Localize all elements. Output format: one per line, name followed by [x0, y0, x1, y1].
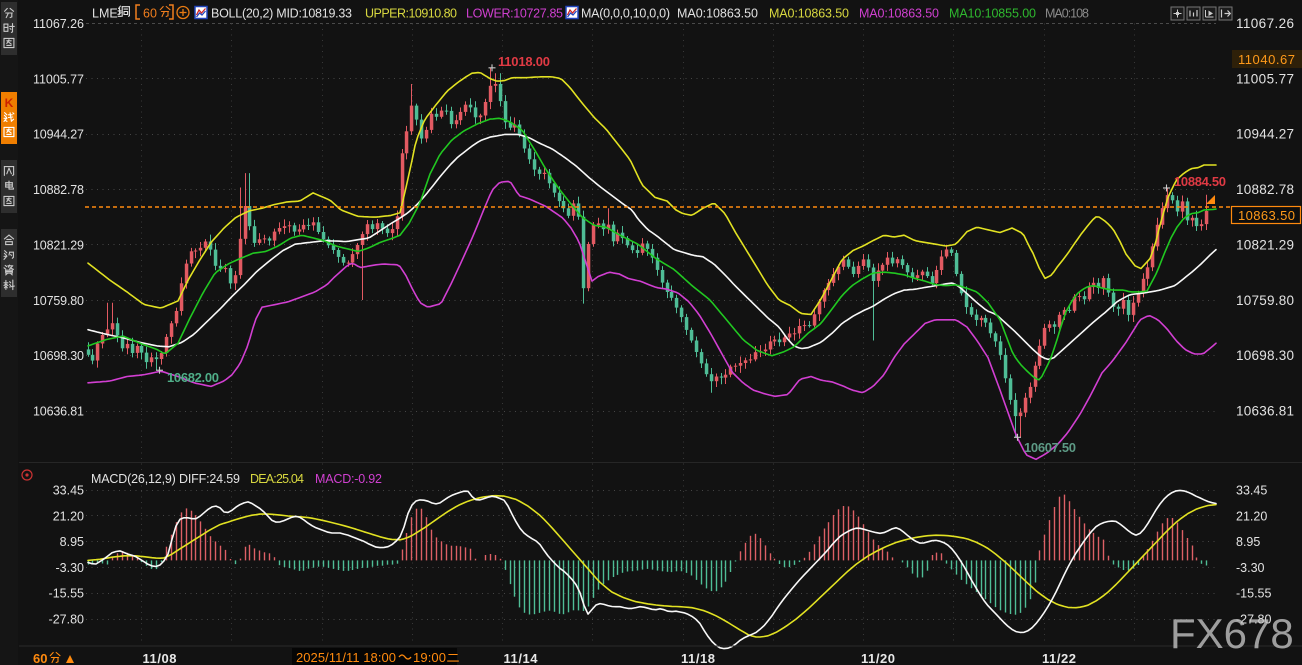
svg-text:LME: LME	[92, 7, 118, 21]
svg-text:60: 60	[33, 651, 47, 665]
svg-text:K: K	[5, 96, 14, 110]
svg-text:11040.67: 11040.67	[1238, 52, 1295, 67]
svg-text:10636.81: 10636.81	[1236, 404, 1294, 419]
svg-text:10682.00: 10682.00	[167, 370, 219, 385]
svg-text:10882.78: 10882.78	[33, 183, 84, 197]
svg-text:11/22: 11/22	[1042, 651, 1076, 665]
svg-text:10821.29: 10821.29	[1236, 237, 1294, 252]
svg-text:-3.30: -3.30	[1236, 561, 1265, 575]
svg-text:FX678: FX678	[1170, 610, 1294, 657]
svg-text:11/20: 11/20	[861, 651, 895, 665]
svg-text:-15.55: -15.55	[49, 587, 84, 601]
svg-text:-3.30: -3.30	[56, 561, 85, 575]
svg-text:DEA:25.04: DEA:25.04	[250, 472, 304, 486]
svg-text:33.45: 33.45	[53, 484, 84, 498]
svg-text:10882.78: 10882.78	[1236, 182, 1294, 197]
svg-text:11/14: 11/14	[504, 651, 539, 665]
svg-text:MACD(26,12,9) DIFF:24.59: MACD(26,12,9) DIFF:24.59	[91, 472, 240, 486]
svg-text:LOWER:10727.85: LOWER:10727.85	[466, 7, 563, 21]
svg-text:21.20: 21.20	[1236, 509, 1267, 523]
svg-text:10944.27: 10944.27	[33, 128, 84, 142]
svg-text:11/08: 11/08	[143, 651, 177, 665]
svg-text:11005.77: 11005.77	[33, 72, 84, 86]
svg-text:33.45: 33.45	[1236, 484, 1267, 498]
svg-text:11067.26: 11067.26	[1236, 16, 1294, 31]
svg-text:10636.81: 10636.81	[33, 405, 84, 419]
svg-text:11067.26: 11067.26	[33, 17, 84, 31]
svg-text:11/18: 11/18	[681, 651, 715, 665]
svg-text:-15.55: -15.55	[1236, 587, 1271, 601]
svg-text:BOLL(20,2) MID:10819.33: BOLL(20,2) MID:10819.33	[211, 7, 352, 21]
svg-text:11005.77: 11005.77	[1236, 71, 1294, 86]
svg-text:MA(0,0,0,10,0,0): MA(0,0,0,10,0,0)	[581, 7, 670, 21]
svg-text:10698.30: 10698.30	[33, 349, 84, 363]
svg-text:60: 60	[143, 7, 157, 21]
svg-text:MA10:10855.00: MA10:10855.00	[949, 7, 1036, 21]
svg-text:10821.29: 10821.29	[33, 238, 84, 252]
svg-text:UPPER:10910.80: UPPER:10910.80	[365, 7, 457, 21]
svg-text:10607.50: 10607.50	[1024, 440, 1076, 455]
svg-text:10884.50: 10884.50	[1174, 174, 1226, 189]
svg-text:MA0:108: MA0:108	[1045, 7, 1089, 21]
svg-text:10698.30: 10698.30	[1236, 348, 1294, 363]
svg-text:19:00: 19:00	[413, 650, 446, 665]
svg-text:-27.80: -27.80	[49, 613, 84, 627]
svg-text:MACD:-0.92: MACD:-0.92	[315, 472, 382, 486]
svg-text:8.95: 8.95	[1236, 535, 1260, 549]
svg-text:11018.00: 11018.00	[498, 54, 550, 69]
svg-text:2025/11/11 18:00: 2025/11/11 18:00	[296, 650, 396, 665]
svg-text:10863.50: 10863.50	[1238, 208, 1295, 223]
svg-text:MA0:10863.50: MA0:10863.50	[859, 7, 939, 21]
svg-text:21.20: 21.20	[53, 509, 84, 523]
svg-text:8.95: 8.95	[60, 535, 84, 549]
svg-text:10759.80: 10759.80	[33, 294, 84, 308]
svg-text:10759.80: 10759.80	[1236, 293, 1294, 308]
svg-text:10944.27: 10944.27	[1236, 127, 1294, 142]
svg-text:MA0:10863.50: MA0:10863.50	[677, 7, 758, 21]
svg-text:MA0:10863.50: MA0:10863.50	[769, 7, 849, 21]
